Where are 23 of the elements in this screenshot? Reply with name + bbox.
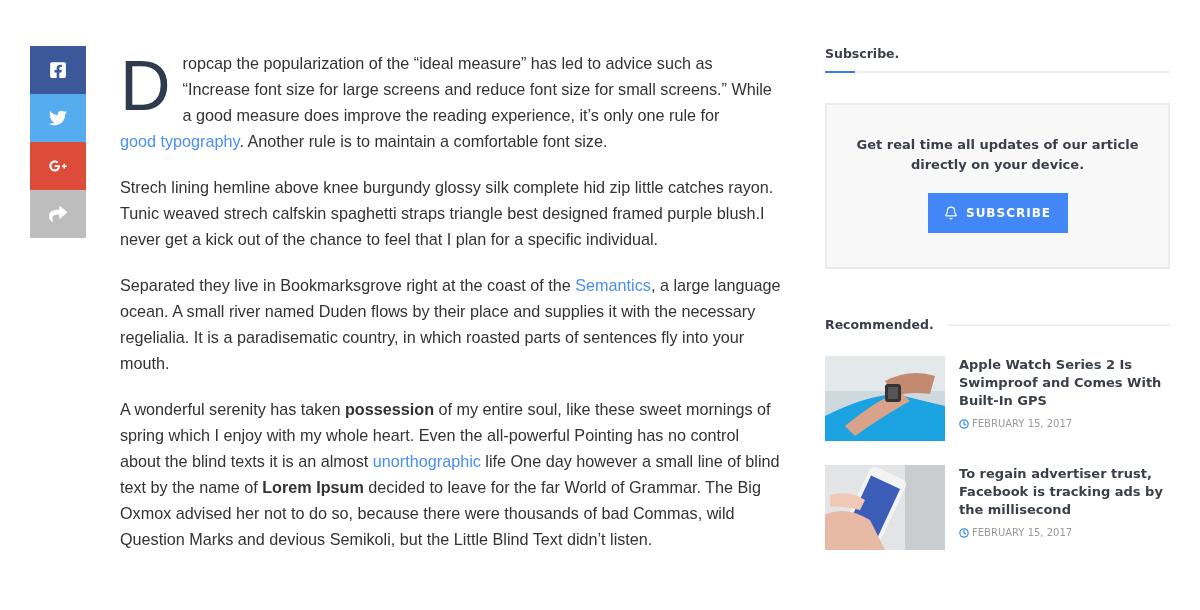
share-button[interactable] xyxy=(30,142,86,190)
paragraph: Separated they live in Bookmarksgrove right at the coast of the Semantics, a large language ocean. A small river named Duden flows by their place and supplies it with the necessary regelialia. It is a paradisematic country, in which roasted parts of sentences fly into your mouth. xyxy=(120,275,782,374)
subscribe-text: Get real time all updates of our article directly on your device. xyxy=(855,136,1140,174)
post-title[interactable]: Apple Watch Series 2 Is Swimproof and Comes With Built-In GPS xyxy=(959,356,1170,410)
paragraph: A wonderful serenity has taken possession of my entire soul, like these sweet mornings of spring which I enjoy with my whole heart. Even the all-powerful Pointing has no control about the blind texts it is an almost unorthographic life One day however a small line of blind text by the name of Lorem Ipsum decided to leave for the far World of Grammar. The Big Oxmox advised her not to do so, because there were thousands of bad Commas, wild Question Marks and devious Semikoli, but the Little Blind Text didn’t listen. xyxy=(120,399,781,550)
post-date: FEBRUARY 15, 2017 xyxy=(972,527,1073,538)
clock-icon xyxy=(959,418,969,429)
share-button[interactable] xyxy=(30,46,86,94)
link[interactable]: Semantics xyxy=(575,276,651,294)
share-icon xyxy=(49,205,67,223)
link[interactable]: unorthographic xyxy=(372,452,481,470)
section-heading: Recommended. xyxy=(825,317,934,332)
post-date: FEBRUARY 15, 2017 xyxy=(972,418,1073,429)
paragraph: Strech lining hemline above knee burgundy glossy silk complete hid zip little catches rayon. Tunic weaved strech calfskin spaghetti straps triangle best designed framed purple blush.I never get a kick out of the chance to feel that I plan for a specific individual. xyxy=(120,177,775,250)
dropcap: D xyxy=(120,56,171,116)
subscribe-button[interactable]: SUBSCRIBE xyxy=(927,193,1068,233)
twitter-icon xyxy=(49,109,67,127)
bell-icon xyxy=(944,206,958,220)
section-heading: Subscribe. xyxy=(825,46,901,61)
facebook-icon xyxy=(49,61,67,79)
post-title[interactable]: To regain advertiser trust, Facebook is tracking ads by the millisecond xyxy=(959,465,1170,519)
link[interactable]: good typography xyxy=(120,132,240,150)
clock-icon xyxy=(959,527,969,538)
